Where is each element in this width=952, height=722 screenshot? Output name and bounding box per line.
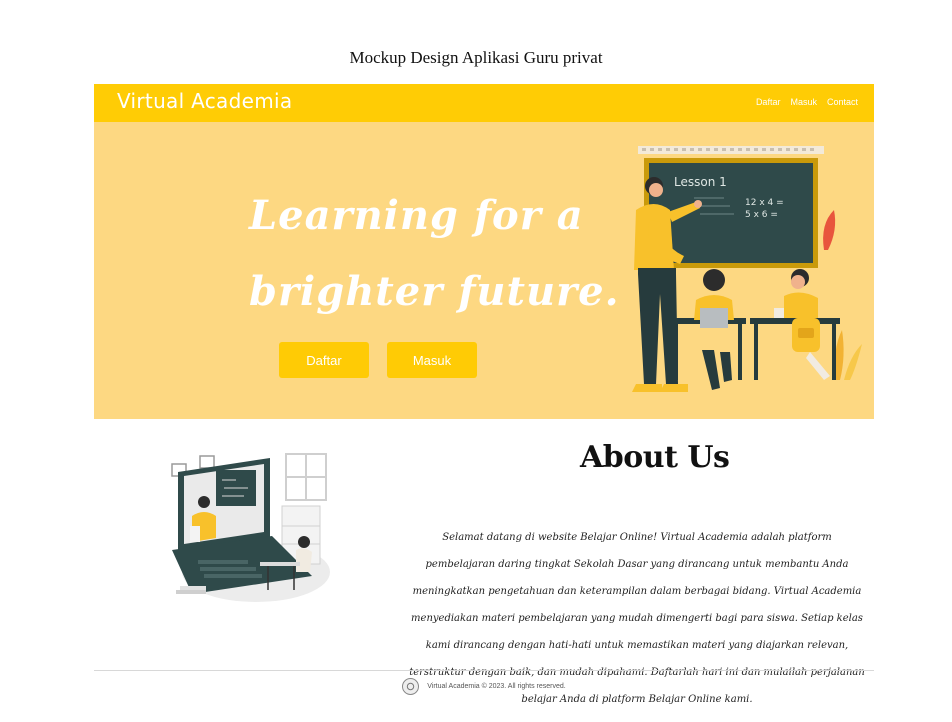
about-title: About Us xyxy=(580,440,730,475)
board-equation-1: 12 x 4 = xyxy=(745,198,784,208)
navbar: Virtual Academia Daftar Masuk Contact xyxy=(94,84,874,122)
footer-logo-icon xyxy=(402,678,420,695)
website-mockup: Virtual Academia Daftar Masuk Contact Le… xyxy=(94,84,874,706)
hero-section: Learning for a brighter future. Daftar M… xyxy=(94,122,874,419)
nav-masuk[interactable]: Masuk xyxy=(790,97,817,107)
board-equation-2: 5 x 6 = xyxy=(745,210,778,220)
login-button[interactable]: Masuk xyxy=(387,342,477,378)
board-lesson-title: Lesson 1 xyxy=(674,175,727,189)
nav-links: Daftar Masuk Contact xyxy=(756,97,858,107)
footer-divider xyxy=(94,670,874,671)
online-class-illustration xyxy=(171,453,330,602)
footer-copyright: Virtual Academia © 2023. All rights rese… xyxy=(427,683,566,690)
nav-daftar[interactable]: Daftar xyxy=(756,97,781,107)
footer: Virtual Academia © 2023. All rights rese… xyxy=(94,678,874,695)
hero-headline-line1: Learning for a xyxy=(249,192,584,239)
register-button[interactable]: Daftar xyxy=(279,342,369,378)
classroom-illustration: Lesson 1 12 x 4 = 5 x 6 = xyxy=(632,146,862,392)
hero-headline: Learning for a brighter future. xyxy=(249,178,620,330)
brand-logo[interactable]: Virtual Academia xyxy=(117,89,292,113)
nav-contact[interactable]: Contact xyxy=(827,97,858,107)
hero-headline-line2: brighter future. xyxy=(249,268,620,315)
document-caption: Mockup Design Aplikasi Guru privat xyxy=(349,48,603,67)
